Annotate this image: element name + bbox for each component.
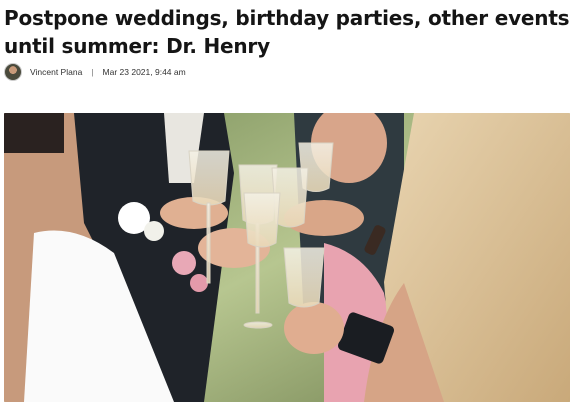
byline-separator: | xyxy=(91,67,94,77)
author-name[interactable]: Vincent Plana xyxy=(30,67,82,77)
article-photo xyxy=(4,113,570,402)
article-headline: Postpone weddings, birthday parties, oth… xyxy=(4,6,570,58)
publish-timestamp: Mar 23 2021, 9:44 am xyxy=(102,67,186,77)
author-avatar[interactable] xyxy=(4,63,22,81)
byline: Vincent Plana | Mar 23 2021, 9:44 am xyxy=(4,62,186,82)
